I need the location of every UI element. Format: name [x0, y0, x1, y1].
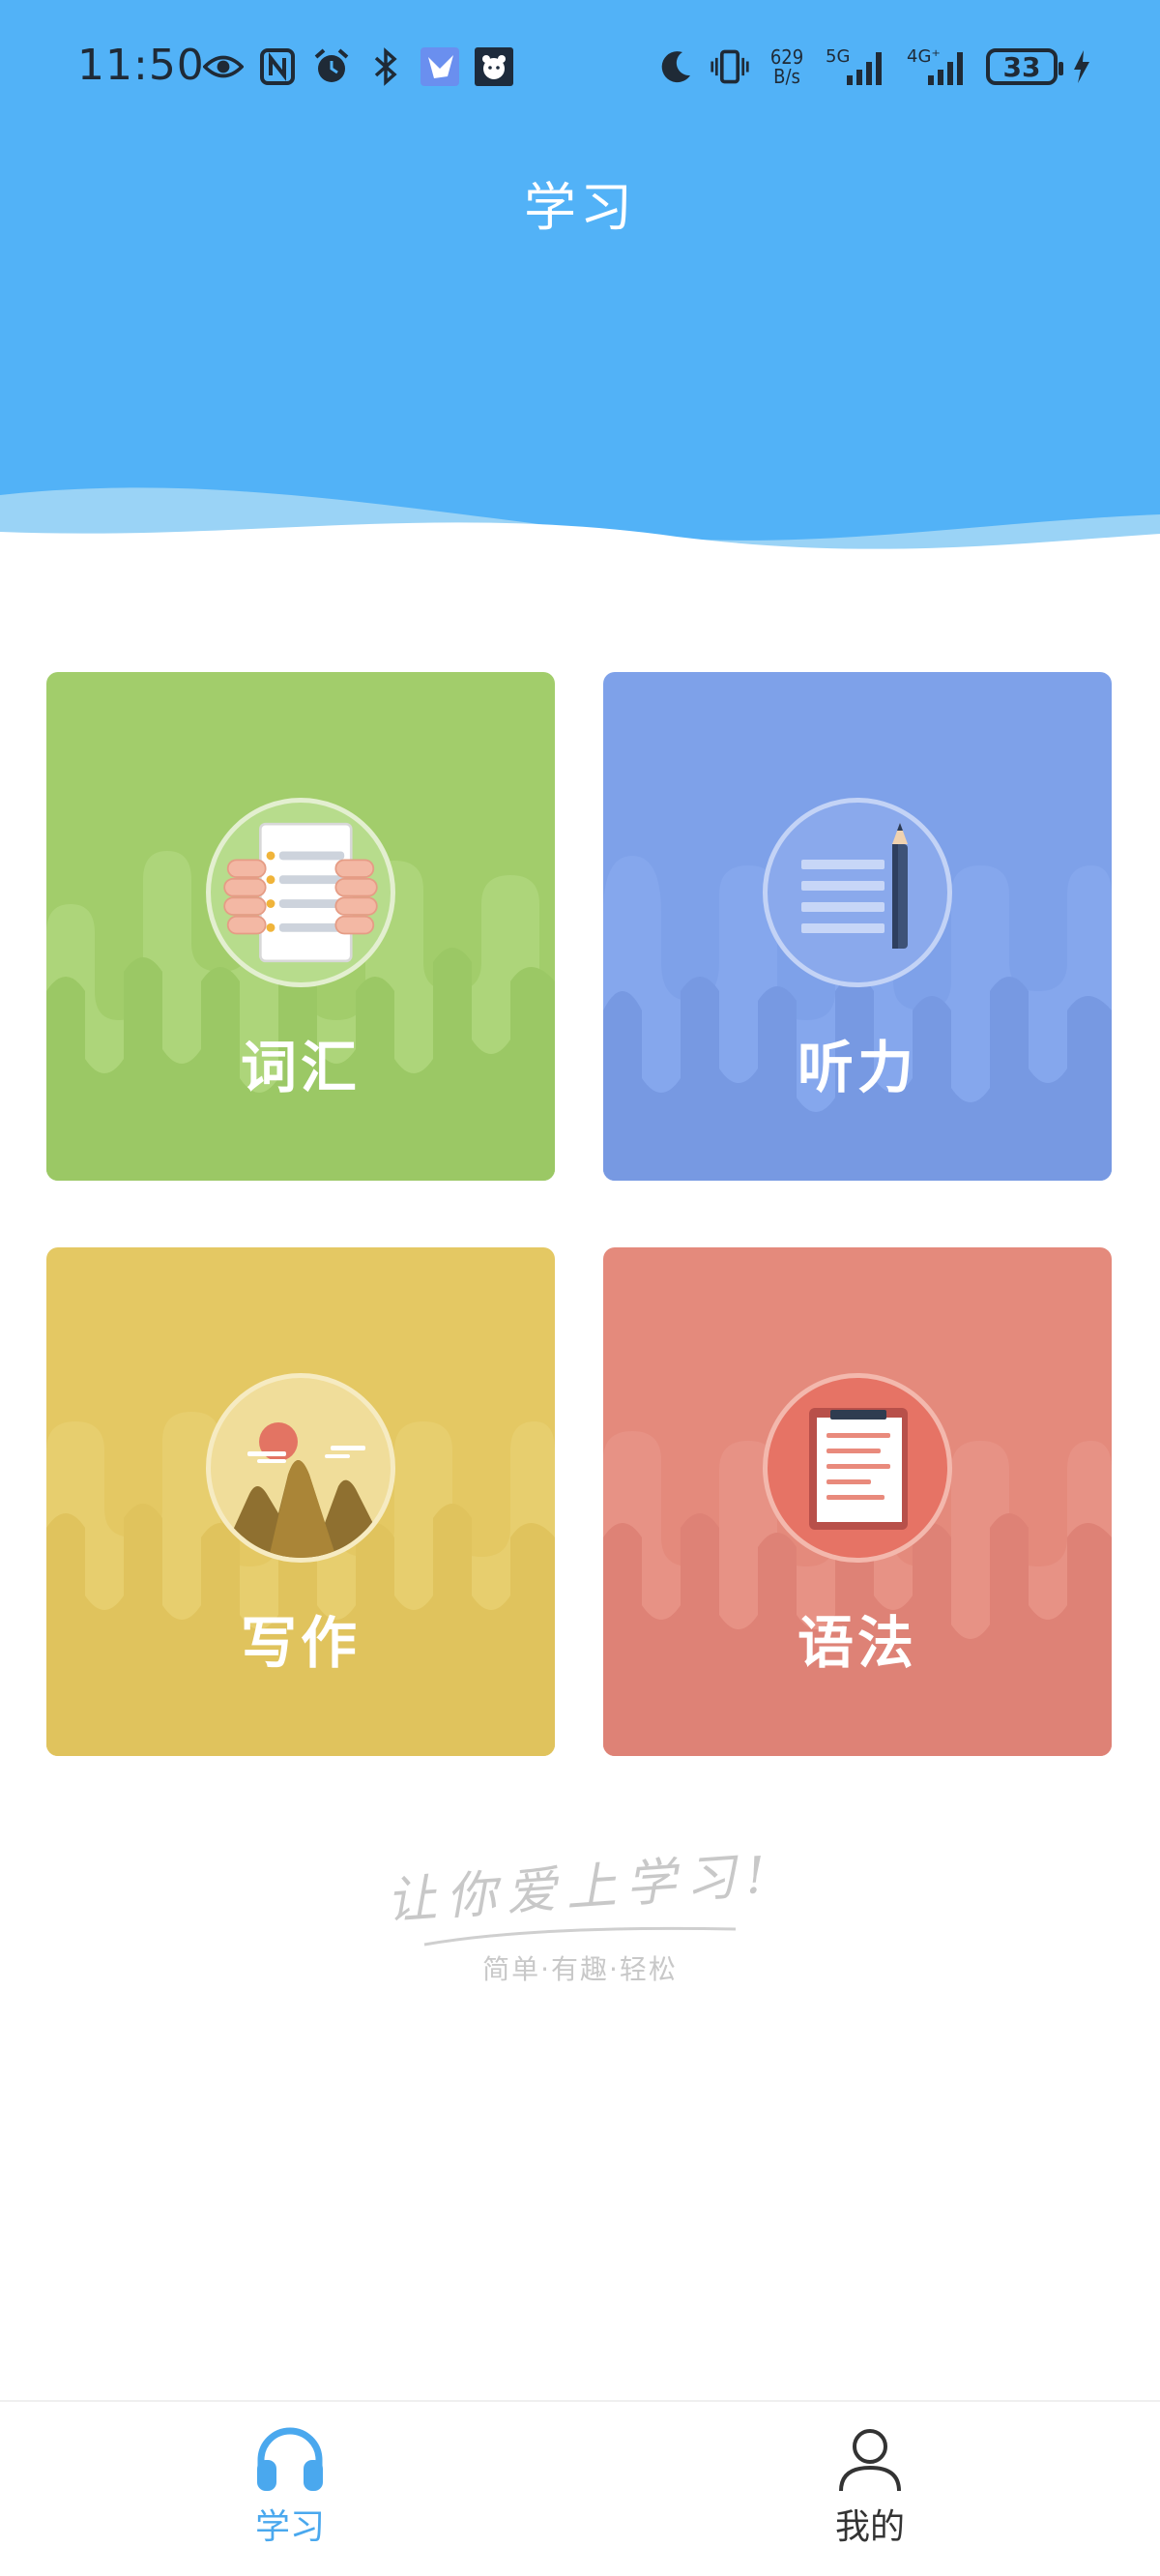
nav-label-learn: 学习	[254, 2507, 325, 2547]
vocabulary-label: 词汇	[240, 1035, 361, 1100]
listening-card[interactable]: 听力	[603, 672, 1112, 1181]
clipboard-icon	[763, 1373, 952, 1563]
nav-item-mine[interactable]: 我的	[773, 2419, 967, 2549]
nav-item-learn[interactable]: 学习	[193, 2419, 387, 2549]
slogan-main: 让你爱上学习!	[384, 1846, 777, 1931]
page-title: 学习	[524, 177, 636, 238]
mountain-sun-icon	[206, 1373, 395, 1563]
grammar-label: 语法	[797, 1610, 917, 1676]
header: 11:50 629 B/s 5G 4G⁺ 33 学习	[0, 0, 1160, 571]
signal-icon: 5G	[824, 46, 891, 87]
status-time: 11:50	[77, 41, 205, 90]
listening-label: 听力	[797, 1035, 917, 1100]
alarm-icon	[311, 46, 352, 87]
user-icon	[839, 2429, 901, 2492]
header-wave	[0, 487, 1160, 571]
vocabulary-card[interactable]: 词汇	[46, 672, 555, 1181]
writing-label: 写作	[240, 1610, 361, 1676]
slogan: 让你爱上学习! 简单·有趣·轻松	[0, 1846, 1160, 1987]
eye-icon	[203, 46, 244, 87]
charging-icon	[1071, 46, 1092, 87]
status-bar: 11:50 629 B/s 5G 4G⁺ 33	[0, 0, 1160, 140]
bluetooth-icon	[365, 46, 406, 87]
bear-app-icon	[474, 46, 514, 87]
bottom-nav: 学习 我的	[0, 2400, 1160, 2576]
battery-indicator: 33	[986, 48, 1063, 85]
net-speed: 629 B/s	[769, 45, 804, 88]
headphones-icon	[257, 2427, 323, 2491]
vibrate-icon	[710, 46, 750, 87]
writing-card[interactable]: 写作	[46, 1247, 555, 1756]
moon-icon	[655, 46, 696, 87]
notebook-hands-icon	[206, 798, 395, 987]
bird-app-icon	[420, 46, 460, 87]
nfc-icon	[257, 46, 298, 87]
signal-icon: 4G⁺	[905, 46, 972, 87]
nav-label-mine: 我的	[834, 2507, 905, 2547]
network-4g-label: 4G⁺	[907, 46, 941, 67]
lines-pencil-icon	[763, 798, 952, 987]
grammar-card[interactable]: 语法	[603, 1247, 1112, 1756]
slogan-sub: 简单·有趣·轻松	[482, 1953, 678, 1985]
network-5g-label: 5G	[826, 46, 850, 67]
